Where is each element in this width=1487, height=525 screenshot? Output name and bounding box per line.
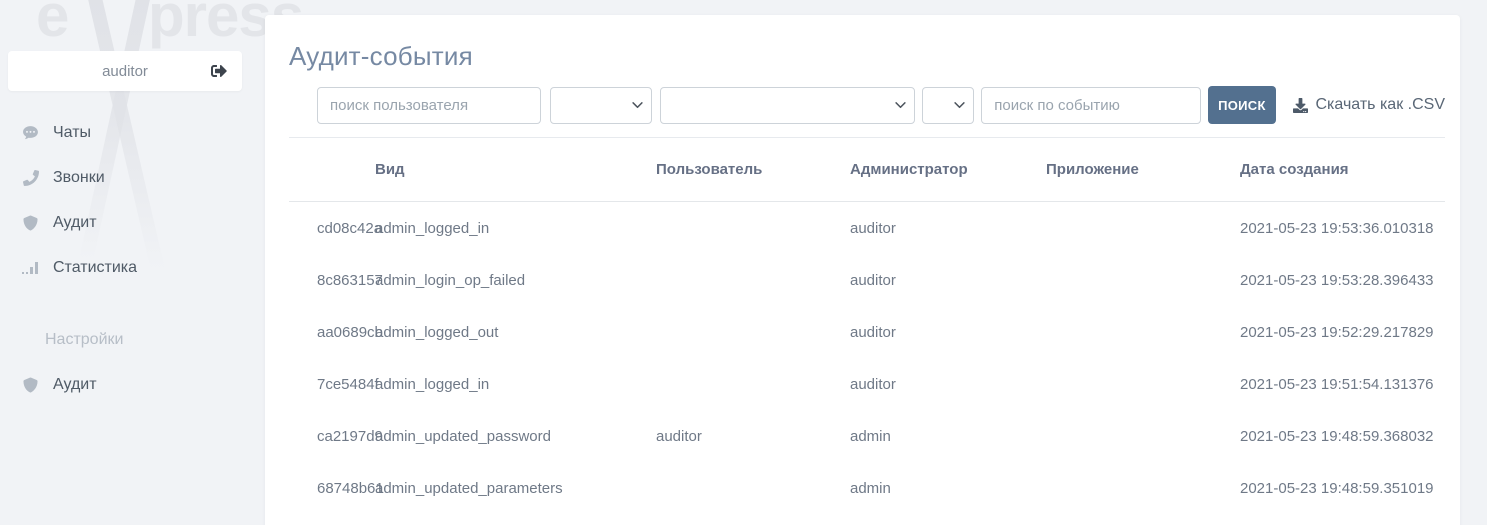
cell-admin: admin <box>850 480 1046 497</box>
chat-icon <box>22 124 39 141</box>
event-search-input[interactable] <box>981 87 1201 124</box>
sidebar-item-chats[interactable]: Чаты <box>0 110 265 155</box>
user-card: auditor <box>8 51 242 91</box>
cell-id: cd08c42a <box>289 220 375 237</box>
sidebar-item-label: Чаты <box>53 124 91 142</box>
filter-select-2[interactable] <box>660 87 915 124</box>
cell-created: 2021-05-23 19:48:59.351019 <box>1240 480 1445 497</box>
cell-id: aa0689cb <box>289 324 375 341</box>
sidebar-item-settings-audit[interactable]: Аудит <box>0 362 265 407</box>
shield-icon <box>22 376 39 393</box>
sidebar-item-statistics[interactable]: Статистика <box>0 245 265 290</box>
filter-bar: поиск Скачать как .CSV <box>317 86 1445 124</box>
cell-created: 2021-05-23 19:53:36.010318 <box>1240 220 1445 237</box>
cell-user: auditor <box>656 428 850 445</box>
filter-select-1[interactable] <box>550 87 652 124</box>
cell-id: 8c863157 <box>289 272 375 289</box>
sidebar-item-label: Аудит <box>53 214 97 232</box>
cell-kind: admin_logged_in <box>375 376 656 393</box>
user-search-input[interactable] <box>317 87 541 124</box>
sidebar-item-label: Звонки <box>53 169 105 187</box>
phone-icon <box>22 169 39 186</box>
cell-created: 2021-05-23 19:53:28.396433 <box>1240 272 1445 289</box>
logout-button[interactable] <box>210 62 229 80</box>
filter-select-3[interactable] <box>922 87 974 124</box>
filter-select-3-wrap <box>922 87 974 124</box>
table-row: ca2197d9 admin_updated_password auditor … <box>289 410 1445 462</box>
page-title: Аудит-события <box>289 41 1445 72</box>
sign-out-icon <box>210 63 228 79</box>
audit-events-table: Вид Пользователь Администратор Приложени… <box>289 138 1445 514</box>
shield-icon <box>22 214 39 231</box>
table-header-row: Вид Пользователь Администратор Приложени… <box>289 138 1445 202</box>
sidebar-item-label: Статистика <box>53 259 137 277</box>
cell-created: 2021-05-23 19:51:54.131376 <box>1240 376 1445 393</box>
brand-letter-e: e <box>36 0 68 46</box>
table-row: cd08c42a admin_logged_in auditor 2021-05… <box>289 202 1445 254</box>
cell-id: ca2197d9 <box>289 428 375 445</box>
filter-select-1-wrap <box>550 87 652 124</box>
cell-admin: auditor <box>850 376 1046 393</box>
cell-kind: admin_login_op_failed <box>375 272 656 289</box>
cell-id: 68748b61 <box>289 480 375 497</box>
column-header-kind: Вид <box>375 161 656 178</box>
table-row: 68748b61 admin_updated_parameters admin … <box>289 462 1445 514</box>
cell-admin: auditor <box>850 272 1046 289</box>
sidebar-nav: Чаты Звонки Аудит Статистика <box>0 110 265 407</box>
download-csv-label: Скачать как .CSV <box>1316 96 1445 114</box>
cell-created: 2021-05-23 19:52:29.217829 <box>1240 324 1445 341</box>
cell-id: 7ce5484f <box>289 376 375 393</box>
column-header-app: Приложение <box>1046 161 1240 178</box>
sidebar-item-audit[interactable]: Аудит <box>0 200 265 245</box>
cell-admin: auditor <box>850 324 1046 341</box>
column-header-admin: Администратор <box>850 161 1046 178</box>
sidebar-section-settings: Настройки <box>0 317 265 362</box>
table-row: 8c863157 admin_login_op_failed auditor 2… <box>289 254 1445 306</box>
cell-kind: admin_updated_password <box>375 428 656 445</box>
audit-events-panel: Аудит-события поиск Скачать как .CSV Вид… <box>265 15 1460 525</box>
cell-kind: admin_updated_parameters <box>375 480 656 497</box>
sidebar-item-label: Аудит <box>53 376 97 394</box>
sidebar-item-calls[interactable]: Звонки <box>0 155 265 200</box>
cell-created: 2021-05-23 19:48:59.368032 <box>1240 428 1445 445</box>
column-header-user: Пользователь <box>656 161 850 178</box>
download-csv-link[interactable]: Скачать как .CSV <box>1293 96 1445 114</box>
table-row: aa0689cb admin_logged_out auditor 2021-0… <box>289 306 1445 358</box>
search-button[interactable]: поиск <box>1208 86 1275 124</box>
column-header-created: Дата создания <box>1240 161 1445 178</box>
sidebar: e press auditor Чаты <box>0 0 265 525</box>
table-body: cd08c42a admin_logged_in auditor 2021-05… <box>289 202 1445 514</box>
stats-icon <box>22 259 39 276</box>
cell-admin: admin <box>850 428 1046 445</box>
cell-kind: admin_logged_in <box>375 220 656 237</box>
filter-select-2-wrap <box>660 87 915 124</box>
download-icon <box>1293 98 1308 113</box>
table-row: 7ce5484f admin_logged_in auditor 2021-05… <box>289 358 1445 410</box>
cell-kind: admin_logged_out <box>375 324 656 341</box>
cell-admin: auditor <box>850 220 1046 237</box>
user-name: auditor <box>102 63 148 80</box>
